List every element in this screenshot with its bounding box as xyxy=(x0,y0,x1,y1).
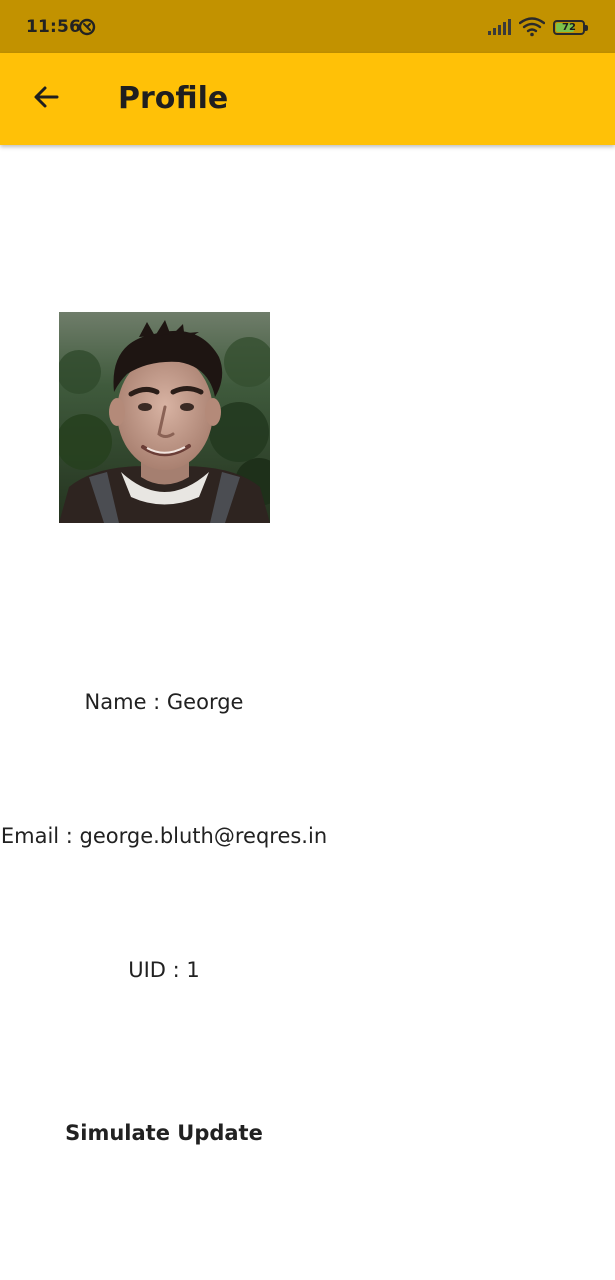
status-icons: 72 xyxy=(487,16,588,38)
battery-label: 72 xyxy=(562,21,576,33)
simulate-update-button[interactable]: Simulate Update xyxy=(60,1110,268,1156)
battery-icon: 72 xyxy=(553,19,588,35)
status-bar: 11:56 72 xyxy=(0,0,615,53)
profile-name: Name : George xyxy=(84,690,244,714)
back-button[interactable] xyxy=(24,77,68,121)
app-bar: Profile xyxy=(0,53,615,145)
avatar xyxy=(59,312,270,523)
page-title: Profile xyxy=(118,81,229,116)
arrow-left-icon xyxy=(32,83,60,115)
signal-icon xyxy=(487,19,511,35)
profile-uid: UID : 1 xyxy=(128,958,200,982)
profile-email: Email : george.bluth@reqres.in xyxy=(0,824,328,848)
wifi-icon xyxy=(519,17,545,37)
status-time: 11:56 xyxy=(26,17,82,37)
sync-ring-icon xyxy=(78,18,96,36)
